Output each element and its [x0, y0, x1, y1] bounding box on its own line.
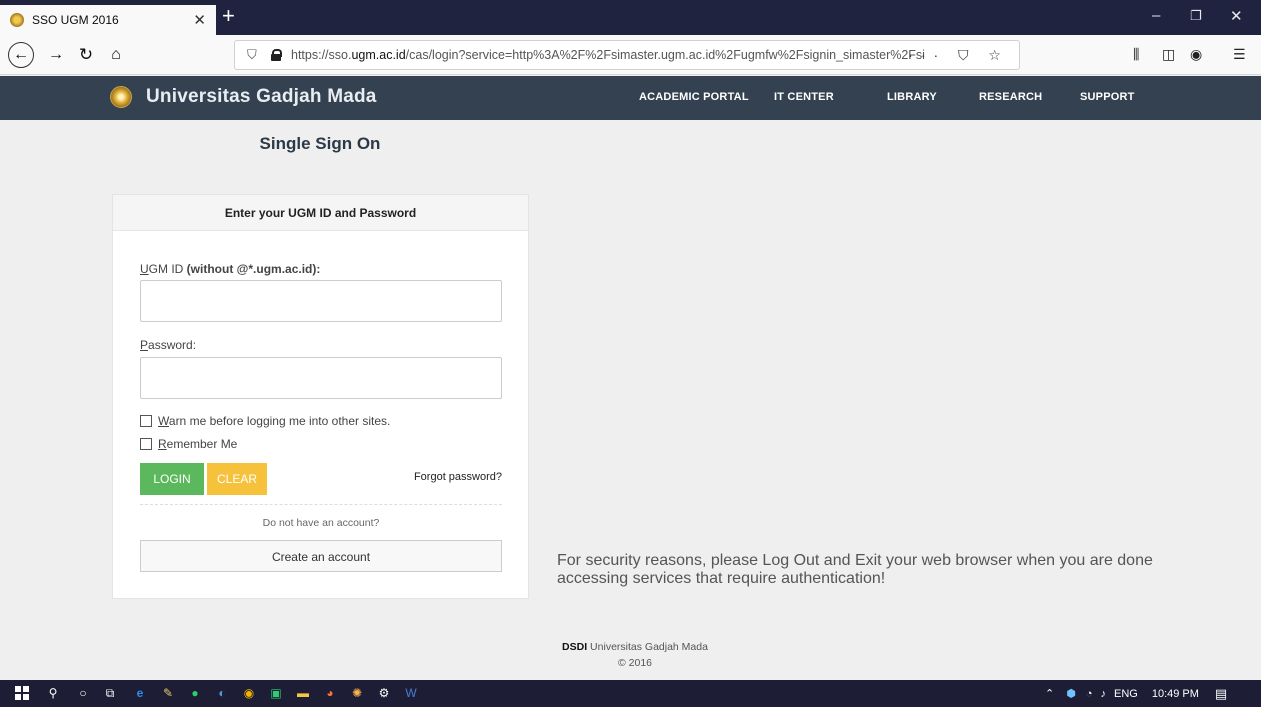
ugm-logo: [110, 86, 132, 108]
task-view-icon[interactable]: ⧉: [102, 685, 118, 701]
clear-button[interactable]: CLEAR: [207, 463, 267, 495]
create-account-button[interactable]: Create an account: [140, 540, 502, 572]
firefox-icon[interactable]: ◕: [322, 685, 338, 701]
system-tray: ⌃ ⬢ ◔ ♪ ENG 10:49 PM ▤: [1031, 680, 1261, 707]
security-note: For security reasons, please Log Out and…: [557, 552, 1153, 587]
volume-icon[interactable]: ♪: [1100, 688, 1106, 700]
hamburger-menu-icon[interactable]: ☰: [1233, 46, 1246, 63]
warn-option[interactable]: Warn me before logging me into other sit…: [140, 414, 390, 428]
tab-title: SSO UGM 2016: [32, 13, 119, 27]
brand[interactable]: Universitas Gadjah Mada: [110, 86, 377, 108]
footer-org: DSDI Universitas Gadjah Mada: [562, 641, 708, 653]
tracking-shield-icon[interactable]: ⛉: [247, 47, 261, 63]
divider: [140, 504, 502, 505]
app-orange-icon[interactable]: ✺: [349, 685, 365, 701]
tray-app-icon[interactable]: ⬢: [1066, 687, 1076, 700]
footer: DSDI Universitas Gadjah Mada © 2016: [520, 639, 750, 671]
close-tab-icon[interactable]: ✕: [193, 11, 206, 29]
clock[interactable]: 10:49 PM: [1152, 688, 1199, 700]
new-tab-icon[interactable]: +: [222, 3, 235, 29]
sidebar-icon[interactable]: ◫: [1162, 46, 1175, 63]
ugm-favicon-icon: [10, 13, 24, 27]
settings-icon[interactable]: ⚙: [376, 685, 392, 701]
back-icon[interactable]: ←: [8, 42, 34, 68]
remember-checkbox[interactable]: [140, 438, 152, 450]
address-bar[interactable]: ⛉ https://sso.ugm.ac.id/cas/login?servic…: [234, 40, 1020, 70]
language-indicator[interactable]: ENG: [1114, 688, 1138, 700]
menu-support[interactable]: SUPPORT: [1080, 91, 1135, 103]
reload-icon[interactable]: ↻: [74, 43, 98, 67]
library-icon[interactable]: ⫼: [1133, 46, 1139, 63]
window-close-icon[interactable]: ✕: [1230, 7, 1243, 25]
browser-tab-strip: SSO UGM 2016 ✕ + – ❐ ✕: [0, 0, 1261, 35]
file-explorer-icon[interactable]: ▬: [295, 685, 311, 701]
url-text[interactable]: https://sso.ugm.ac.id/cas/login?service=…: [291, 48, 941, 62]
password-label: Password:: [140, 338, 197, 352]
site-header: Universitas Gadjah Mada ACADEMIC PORTAL …: [0, 76, 1261, 120]
menu-library[interactable]: LIBRARY: [887, 91, 937, 103]
menu-academic-portal[interactable]: ACADEMIC PORTAL: [639, 91, 749, 103]
wifi-icon[interactable]: ◔: [1086, 688, 1093, 700]
home-icon[interactable]: ⌂: [104, 43, 128, 67]
minimize-icon[interactable]: –: [1152, 7, 1160, 24]
brand-name[interactable]: Universitas Gadjah Mada: [146, 86, 377, 108]
edge-icon[interactable]: e: [132, 685, 148, 701]
card-heading: Enter your UGM ID and Password: [113, 195, 528, 231]
whatsapp-icon[interactable]: ●: [187, 685, 203, 701]
windows-start-icon[interactable]: [14, 685, 30, 701]
lock-icon[interactable]: [271, 49, 282, 61]
chrome-icon[interactable]: ◉: [241, 685, 257, 701]
remember-label[interactable]: Remember Me: [158, 437, 237, 451]
page-actions-icons[interactable]: ··· ⛉ ☆: [908, 47, 1009, 64]
tray-chevron-icon[interactable]: ⌃: [1045, 687, 1054, 700]
browser-navbar: ← → ↻ ⌂ ⛉ https://sso.ugm.ac.id/cas/logi…: [0, 35, 1261, 75]
notification-icon[interactable]: ▤: [1215, 686, 1227, 702]
menu-research[interactable]: RESEARCH: [979, 91, 1042, 103]
login-button[interactable]: LOGIN: [140, 463, 204, 495]
footer-copyright: © 2016: [617, 657, 652, 669]
ugm-id-label: UGM ID (without @*.ugm.ac.id):: [140, 262, 321, 276]
login-card: Enter your UGM ID and Password UGM ID (w…: [112, 194, 529, 599]
page-title: Single Sign On: [259, 134, 381, 153]
word-icon[interactable]: W: [403, 685, 419, 701]
menu-it-center[interactable]: IT CENTER: [774, 91, 834, 103]
password-input[interactable]: [140, 357, 502, 399]
forward-icon[interactable]: →: [44, 43, 68, 67]
windows-taskbar: ⚲ ○ ⧉ e ✎ ● ◐ ◉ ▣ ▬ ◕ ✺ ⚙ W ⌃ ⬢ ◔ ♪ ENG …: [0, 680, 1261, 707]
cortana-icon[interactable]: ○: [75, 685, 91, 701]
restore-icon[interactable]: ❐: [1190, 8, 1202, 24]
app-blue-icon[interactable]: ◐: [214, 685, 230, 701]
no-account-text: Do not have an account?: [262, 517, 380, 529]
remember-option[interactable]: Remember Me: [140, 437, 237, 451]
warn-label[interactable]: Warn me before logging me into other sit…: [158, 414, 390, 428]
app-feather-icon[interactable]: ✎: [160, 685, 176, 701]
browser-tab[interactable]: SSO UGM 2016 ✕: [0, 5, 216, 35]
forgot-password-link[interactable]: Forgot password?: [414, 471, 502, 483]
warn-checkbox[interactable]: [140, 415, 152, 427]
search-icon[interactable]: ⚲: [45, 685, 61, 701]
account-icon[interactable]: ◉: [1190, 46, 1202, 63]
line-icon[interactable]: ▣: [268, 685, 284, 701]
ugm-id-input[interactable]: [140, 280, 502, 322]
